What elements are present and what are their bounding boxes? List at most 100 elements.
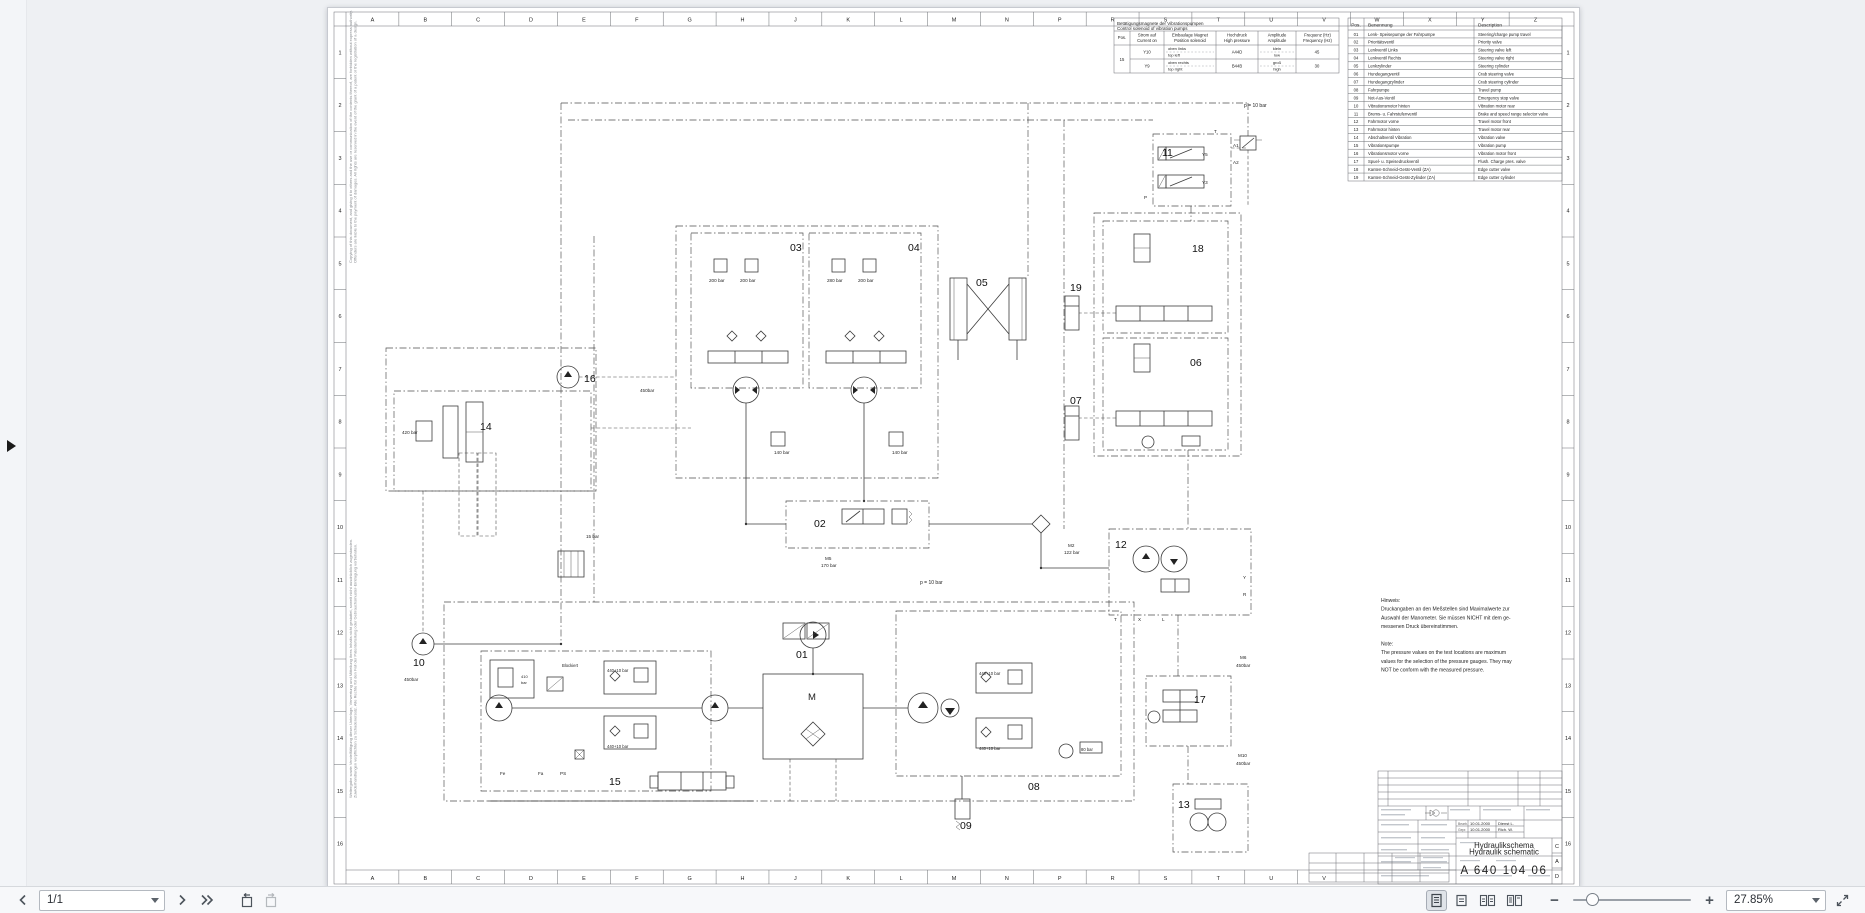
- part-name-en: Vibration motor rear: [1478, 103, 1516, 108]
- layout-book-view-button[interactable]: [1503, 890, 1526, 911]
- part-name-en: Crab steering valve: [1478, 72, 1515, 77]
- note-line: values for the selection of the pressure…: [1381, 659, 1512, 665]
- grid-letter: C: [476, 18, 480, 24]
- grid-number: 9: [1566, 472, 1569, 478]
- chevron-down-icon: [151, 897, 159, 903]
- schematic-label: 200 bar: [709, 278, 725, 283]
- grid-number: 9: [338, 472, 341, 478]
- part-name-de: Lenk- Speisepumpe der Fahrpumpe: [1368, 32, 1436, 37]
- previous-page-button[interactable]: [12, 890, 33, 911]
- layout-two-pages-button[interactable]: [1476, 890, 1499, 911]
- schematic-label: L: [1162, 617, 1165, 622]
- sidebar-expand-arrow-icon[interactable]: [7, 440, 16, 452]
- part-name-en: Travel pump: [1478, 87, 1502, 92]
- schematic-label: 450bar: [1236, 761, 1251, 766]
- solenoid-pos: 15: [1120, 57, 1125, 62]
- part-pos: 18: [1354, 167, 1359, 172]
- schematic-label: X: [1138, 617, 1141, 622]
- part-name-de: Spuel- u. Speisedruckventil: [1368, 159, 1419, 164]
- schematic-label: Fa: [538, 771, 544, 776]
- schematic-label: A1: [1233, 143, 1239, 148]
- part-name-de: Brems- u. Fahrstufenventil: [1368, 111, 1417, 116]
- component-number-02: 02: [814, 518, 826, 530]
- zoom-level-combobox[interactable]: 27.85%: [1726, 889, 1826, 911]
- component-box-13: [1172, 783, 1249, 853]
- part-name-en: Steering valve left: [1478, 48, 1512, 53]
- svg-text:Pos.: Pos.: [1351, 23, 1361, 29]
- grid-number: 1: [338, 50, 341, 56]
- previous-view-button[interactable]: [236, 890, 257, 911]
- part-pos: 14: [1354, 135, 1359, 140]
- approval-role: Bearb.: [1458, 822, 1468, 826]
- part-name-en: Steering cylinder: [1478, 64, 1510, 69]
- layout-single-page-button[interactable]: [1451, 890, 1472, 911]
- part-name-de: Fahrmotor vorne: [1368, 119, 1400, 124]
- svg-text:Current on: Current on: [1137, 38, 1157, 43]
- component-number-16: 16: [584, 373, 596, 385]
- grid-number: 11: [337, 578, 343, 584]
- solenoid-frequency: 30: [1315, 64, 1320, 69]
- svg-text:oben links: oben links: [1168, 46, 1186, 51]
- solenoid-current: Y10: [1143, 50, 1151, 55]
- last-page-button[interactable]: [196, 890, 218, 911]
- grid-number: 2: [338, 103, 341, 109]
- svg-text:Frequency (Hz): Frequency (Hz): [1303, 38, 1332, 43]
- grid-letter: T: [1217, 18, 1221, 24]
- schematic-label: 170 bar: [821, 563, 837, 568]
- note-line: Note:: [1381, 642, 1393, 648]
- grid-number: 10: [1565, 525, 1571, 531]
- grid-number: 3: [1566, 156, 1569, 162]
- stamp-boxes: [1308, 852, 1450, 883]
- sheet-tables: Betätigungsmagnete der VibrationspumpenC…: [1113, 17, 1563, 182]
- grid-letter: Z: [1534, 18, 1538, 24]
- grid-letter: D: [529, 876, 533, 882]
- part-pos: 11: [1354, 111, 1359, 116]
- part-name-de: Fahrmotor hinten: [1368, 127, 1401, 132]
- grid-letter: K: [846, 18, 850, 24]
- drawing-number: A 640 104 06: [1461, 865, 1548, 877]
- schematic-label: M6: [1240, 655, 1247, 660]
- grid-letter: L: [900, 18, 903, 24]
- grid-number: 1: [1566, 50, 1569, 56]
- component-number-09: 09: [960, 820, 972, 832]
- schematic-geometry: [385, 102, 1262, 832]
- part-name-en: Edge cutter valve: [1478, 167, 1511, 172]
- grid-letter: U: [1269, 876, 1273, 882]
- component-number-05: 05: [976, 277, 988, 289]
- zoom-slider-knob[interactable]: [1585, 893, 1599, 906]
- layout-continuous-button[interactable]: [1426, 889, 1447, 911]
- schematic-label: 140 bar: [892, 450, 908, 455]
- grid-letter: G: [688, 876, 692, 882]
- svg-text:Description: Description: [1478, 23, 1502, 29]
- next-page-button[interactable]: [171, 890, 192, 911]
- zoom-in-button[interactable]: +: [1699, 890, 1720, 911]
- grid-number: 10: [337, 525, 343, 531]
- part-name-en: Emergency stop valve: [1478, 95, 1520, 100]
- grid-number: 6: [1566, 314, 1569, 320]
- component-box-04: [808, 232, 922, 389]
- solenoid-pressure: A44D: [1232, 50, 1242, 55]
- next-view-button[interactable]: [261, 890, 282, 911]
- part-name-en: Steering valve right: [1478, 56, 1515, 61]
- component-number-17: 17: [1194, 694, 1206, 706]
- grid-number: 14: [1565, 736, 1571, 742]
- component-number-12: 12: [1115, 539, 1127, 551]
- page-number-combobox[interactable]: 1/1: [39, 889, 165, 911]
- schematic-label: T: [1114, 617, 1117, 622]
- part-name-en: Travel motor front: [1478, 119, 1512, 124]
- part-name-de: Vibrationspumpe: [1368, 143, 1400, 148]
- zoom-slider[interactable]: [1573, 890, 1691, 910]
- grid-number: 4: [1566, 209, 1569, 215]
- fullscreen-button[interactable]: [1832, 890, 1853, 911]
- grid-letter: G: [688, 18, 692, 24]
- schematic-label: 450bar: [404, 677, 419, 682]
- grid-letter: V: [1322, 18, 1326, 24]
- component-box-12: [1108, 528, 1252, 616]
- svg-text:low: low: [1274, 53, 1280, 58]
- schematic-label: 410: [521, 674, 528, 679]
- zoom-out-button[interactable]: −: [1544, 890, 1565, 911]
- cad-letter: D: [1555, 874, 1559, 880]
- note-line: The pressure values on the test location…: [1381, 650, 1506, 656]
- grid-number: 16: [337, 842, 343, 848]
- part-pos: 15: [1354, 143, 1359, 148]
